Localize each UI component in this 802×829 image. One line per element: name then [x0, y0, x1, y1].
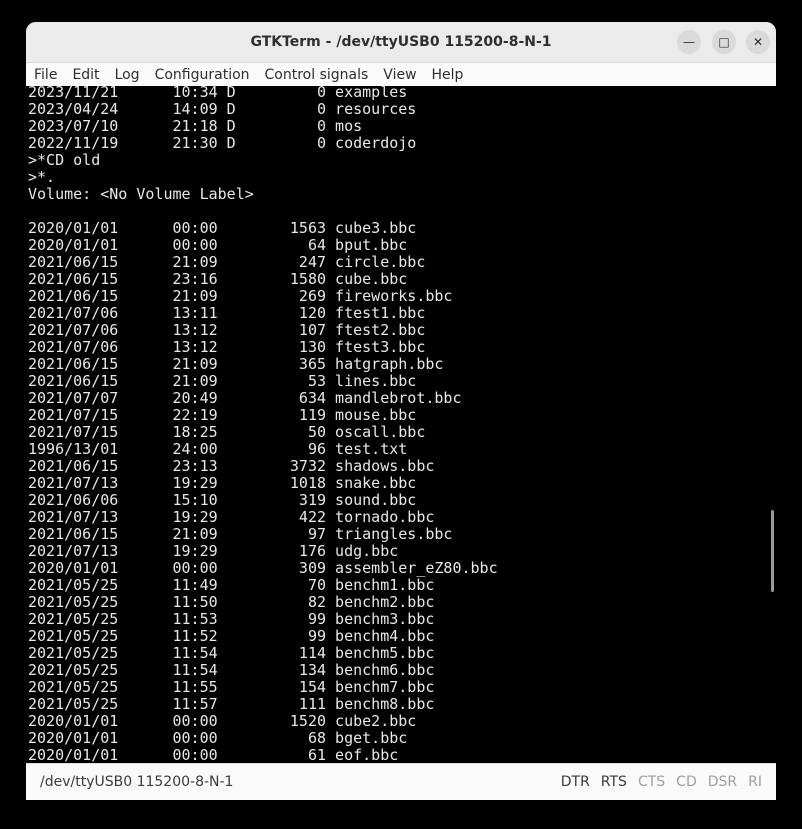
maximize-button[interactable]: □	[712, 30, 736, 54]
terminal-line: 2021/06/15 23:13 3732 shadows.bbc	[28, 457, 435, 475]
signal-cts: CTS	[637, 774, 666, 790]
minimize-button[interactable]: —	[677, 30, 701, 54]
terminal-line: 2020/01/01 00:00 64 bput.bbc	[28, 236, 408, 254]
close-icon: ✕	[752, 35, 764, 49]
signal-ri: RI	[748, 774, 762, 790]
terminal-line: 2021/07/06 13:11 120 ftest1.bbc	[28, 304, 426, 322]
terminal-scrollbar[interactable]	[771, 510, 774, 592]
signal-dsr: DSR	[707, 774, 738, 790]
terminal-line: 2021/07/15 18:25 50 oscall.bbc	[28, 423, 426, 441]
signal-cd: CD	[676, 774, 697, 790]
terminal-line: 1996/13/01 24:00 96 test.txt	[28, 440, 408, 458]
menu-log[interactable]: Log	[115, 67, 140, 83]
terminal-line: 2020/01/01 00:00 68 bget.bbc	[28, 729, 408, 747]
terminal-line: 2021/06/15 23:16 1580 cube.bbc	[28, 270, 408, 288]
terminal-line: 2021/06/15 21:09 269 fireworks.bbc	[28, 287, 453, 305]
terminal-line: Volume: <No Volume Label>	[28, 185, 254, 203]
terminal-line: 2021/06/15 21:09 53 lines.bbc	[28, 372, 417, 390]
terminal-output[interactable]: 2023/11/21 10:34 D 0 examples 2023/04/24 …	[26, 86, 776, 763]
menu-bar: File Edit Log Configuration Control sign…	[26, 63, 776, 87]
menu-control-signals[interactable]: Control signals	[265, 67, 369, 83]
terminal-line: 2022/11/19 21:30 D 0 coderdojo	[28, 134, 417, 152]
minimize-icon: —	[683, 35, 695, 49]
menu-help[interactable]: Help	[432, 67, 464, 83]
signal-rts: RTS	[600, 774, 627, 790]
menu-file[interactable]: File	[34, 67, 57, 83]
terminal-line: 2023/07/10 21:18 D 0 mos	[28, 117, 363, 135]
terminal-line: 2021/05/25 11:54 114 benchm5.bbc	[28, 644, 435, 662]
terminal-line: 2021/07/13 19:29 176 udg.bbc	[28, 542, 399, 560]
terminal-line: 2021/05/25 11:57 111 benchm8.bbc	[28, 695, 435, 713]
menu-edit[interactable]: Edit	[72, 67, 99, 83]
close-button[interactable]: ✕	[746, 30, 770, 54]
terminal-line: 2021/07/06 13:12 130 ftest3.bbc	[28, 338, 426, 356]
terminal-line: 2020/01/01 00:00 61 eof.bbc	[28, 746, 399, 764]
terminal-line: 2021/06/15 21:09 365 hatgraph.bbc	[28, 355, 444, 373]
terminal-line: >*CD old	[28, 151, 101, 169]
menu-configuration[interactable]: Configuration	[155, 67, 250, 83]
status-bar: /dev/ttyUSB0 115200-8-N-1 DTR RTS CTS CD DSR…	[26, 763, 776, 800]
terminal-line: 2021/05/25 11:49 70 benchm1.bbc	[28, 576, 435, 594]
terminal-line: 2021/07/13 19:29 1018 snake.bbc	[28, 474, 417, 492]
terminal-line: 2021/06/06 15:10 319 sound.bbc	[28, 491, 417, 509]
maximize-icon: □	[718, 35, 730, 49]
signal-dtr: DTR	[560, 774, 590, 790]
title-bar: GTKTerm - /dev/ttyUSB0 115200-8-N-1 — □ …	[26, 22, 776, 63]
terminal-line: 2020/01/01 00:00 309 assembler_eZ80.bbc	[28, 559, 498, 577]
terminal-line: >*.	[28, 168, 56, 186]
terminal-line: 2021/06/15 21:09 247 circle.bbc	[28, 253, 426, 271]
terminal-line: 2023/04/24 14:09 D 0 resources	[28, 100, 417, 118]
terminal-line: 2021/06/15 21:09 97 triangles.bbc	[28, 525, 453, 543]
control-signals-indicator: DTR RTS CTS CD DSR RI	[550, 774, 762, 790]
terminal-line: 2021/07/07 20:49 634 mandlebrot.bbc	[28, 389, 462, 407]
terminal-lines: 2023/11/21 10:34 D 0 examples 2023/04/24 …	[28, 86, 498, 763]
gtkterm-window: GTKTerm - /dev/ttyUSB0 115200-8-N-1 — □ …	[26, 22, 776, 800]
terminal-line: 2021/05/25 11:55 154 benchm7.bbc	[28, 678, 435, 696]
terminal-line: 2021/07/15 22:19 119 mouse.bbc	[28, 406, 417, 424]
menu-view[interactable]: View	[383, 67, 416, 83]
terminal-line: 2021/05/25 11:53 99 benchm3.bbc	[28, 610, 435, 628]
terminal-line: 2021/07/06 13:12 107 ftest2.bbc	[28, 321, 426, 339]
terminal-line: 2020/01/01 00:00 1520 cube2.bbc	[28, 712, 417, 730]
terminal-line: 2021/05/25 11:54 134 benchm6.bbc	[28, 661, 435, 679]
terminal-line: 2021/07/13 19:29 422 tornado.bbc	[28, 508, 435, 526]
port-settings: /dev/ttyUSB0 115200-8-N-1	[40, 774, 234, 790]
terminal-line: 2020/01/01 00:00 1563 cube3.bbc	[28, 219, 417, 237]
window-title: GTKTerm - /dev/ttyUSB0 115200-8-N-1	[250, 34, 552, 50]
terminal-line: 2021/05/25 11:50 82 benchm2.bbc	[28, 593, 435, 611]
terminal-line: 2021/05/25 11:52 99 benchm4.bbc	[28, 627, 435, 645]
terminal-line: 2023/11/21 10:34 D 0 examples	[28, 86, 408, 101]
